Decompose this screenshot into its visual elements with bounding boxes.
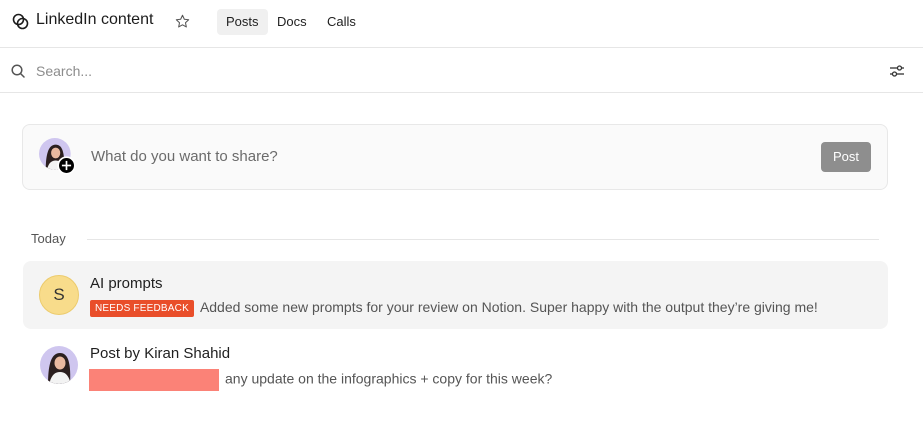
feed-item-title: AI prompts	[90, 275, 163, 292]
post-composer[interactable]: What do you want to share? Post	[22, 124, 888, 190]
feed-item-preview: NEEDS FEEDBACK Added some new prompts for…	[90, 299, 818, 317]
status-badge: NEEDS FEEDBACK	[90, 300, 194, 317]
composer-input[interactable]: What do you want to share?	[91, 148, 278, 165]
redacted-mention	[89, 369, 219, 391]
feed-item-text: Added some new prompts for your review o…	[199, 299, 818, 315]
post-button[interactable]: Post	[821, 142, 871, 172]
star-icon[interactable]	[174, 13, 191, 30]
tab-calls[interactable]: Calls	[318, 9, 365, 35]
feed-item-preview: any update on the infographics + copy fo…	[89, 369, 553, 391]
filter-sliders-icon[interactable]	[889, 63, 905, 79]
section-label: Today	[31, 231, 66, 246]
top-bar: LinkedIn content Posts Docs Calls	[0, 0, 923, 48]
section-divider	[87, 239, 879, 240]
page-title: LinkedIn content	[36, 11, 154, 28]
search-bar	[0, 49, 923, 93]
letter-avatar: S	[39, 275, 79, 315]
feed-item-title: Post by Kiran Shahid	[90, 345, 231, 362]
search-input[interactable]	[36, 60, 816, 82]
feed-item[interactable]: Post by Kiran Shahid any update on the i…	[23, 331, 888, 399]
feed-item[interactable]: S AI prompts NEEDS FEEDBACK Added some ne…	[23, 261, 888, 329]
tab-posts[interactable]: Posts	[217, 9, 268, 35]
feed-item-text: any update on the infographics + copy fo…	[225, 370, 553, 387]
tab-docs[interactable]: Docs	[268, 9, 316, 35]
user-avatar	[40, 346, 78, 384]
user-avatar	[39, 138, 76, 175]
space-icon	[12, 13, 29, 30]
search-icon	[11, 64, 25, 78]
